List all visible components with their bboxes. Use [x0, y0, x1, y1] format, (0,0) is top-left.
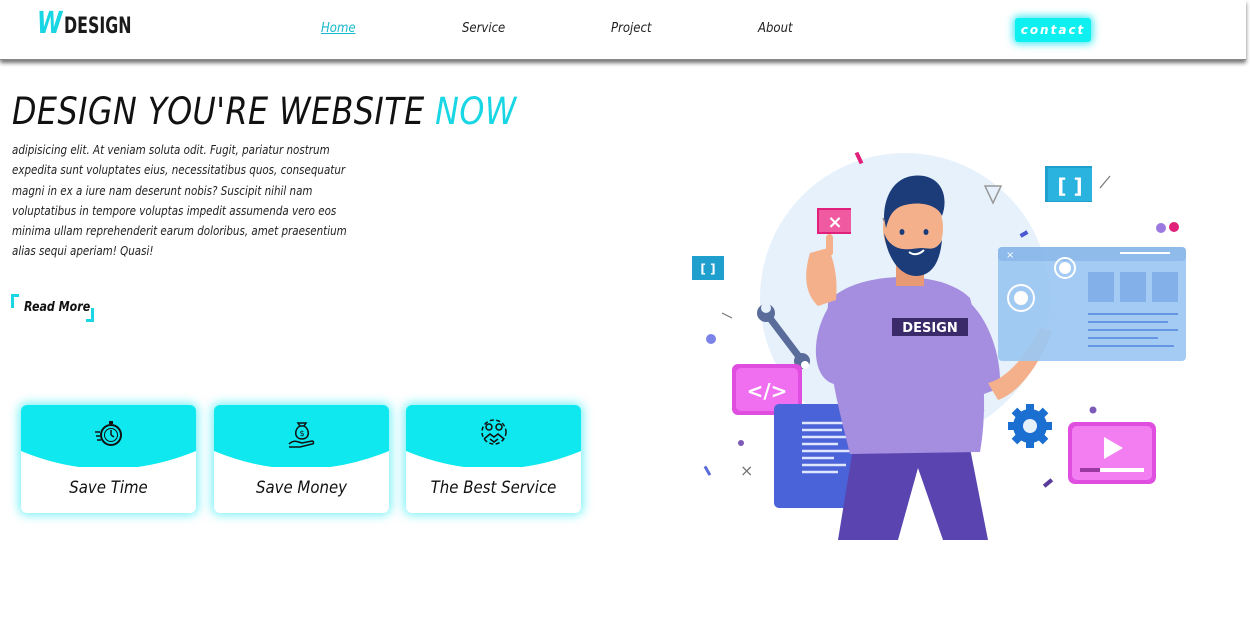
read-more-button[interactable]: Read More [11, 294, 94, 322]
feature-card-save-time[interactable]: Save Time [21, 405, 196, 513]
browser-window: × [998, 247, 1186, 361]
bracket-bottom-right [86, 308, 94, 322]
card-label: Save Time [69, 478, 148, 498]
nav-link-home[interactable]: Home [321, 21, 356, 36]
logo-w-letter: W [37, 6, 63, 41]
close-icon: × [1006, 250, 1014, 261]
confetti [1042, 478, 1054, 488]
confetti [703, 465, 712, 476]
bracket-top-left [11, 294, 19, 308]
confetti-dot [738, 440, 744, 446]
contact-button[interactable]: contact [1015, 18, 1091, 42]
hero-title-accent: NOW [435, 90, 517, 133]
hero-title: DESIGN YOU'RE WEBSITE NOW [12, 90, 517, 133]
card-label: Save Money [255, 478, 348, 498]
gear-icon [1008, 404, 1052, 448]
logo[interactable]: W DESIGN [37, 8, 148, 40]
bracket-symbol: [ ] [1057, 174, 1082, 198]
close-icon: × [827, 212, 842, 233]
hero-title-main: DESIGN YOU'RE WEBSITE [12, 90, 436, 133]
service-handshake-icon [481, 419, 507, 445]
confetti-dot [1169, 222, 1179, 232]
confetti-dot [1156, 223, 1166, 233]
feature-card-best-service[interactable]: The Best Service [406, 405, 581, 513]
nav-link-about[interactable]: About [758, 21, 793, 36]
money-bag-hand-icon: $ [288, 422, 315, 448]
read-more-label: Read More [24, 300, 91, 315]
logo-text: DESIGN [63, 14, 132, 39]
confetti-line [721, 312, 733, 319]
stopwatch-icon [95, 421, 122, 446]
confetti-dot [1089, 406, 1097, 414]
shirt-label-text: DESIGN [902, 321, 957, 336]
video-card [1068, 422, 1156, 484]
svg-text:$: $ [299, 429, 304, 438]
navbar: W DESIGN Home Service Project About cont… [0, 0, 1246, 60]
card-label: The Best Service [430, 478, 557, 498]
feature-card-save-money[interactable]: $ Save Money [214, 405, 389, 513]
confetti-line [1099, 175, 1111, 189]
designer-illustration: × [ ] [ ] </> DESIGN × × [692, 151, 1186, 540]
nav-link-project[interactable]: Project [611, 21, 652, 36]
nav-link-service[interactable]: Service [462, 21, 505, 36]
x-mark-icon: × [740, 461, 753, 480]
raised-finger [826, 234, 833, 256]
code-symbol: </> [747, 379, 788, 403]
hero-paragraph: adipisicing elit. At veniam soluta odit.… [12, 143, 347, 259]
confetti-dot [706, 334, 716, 344]
bracket-symbol-small: [ ] [700, 262, 715, 276]
